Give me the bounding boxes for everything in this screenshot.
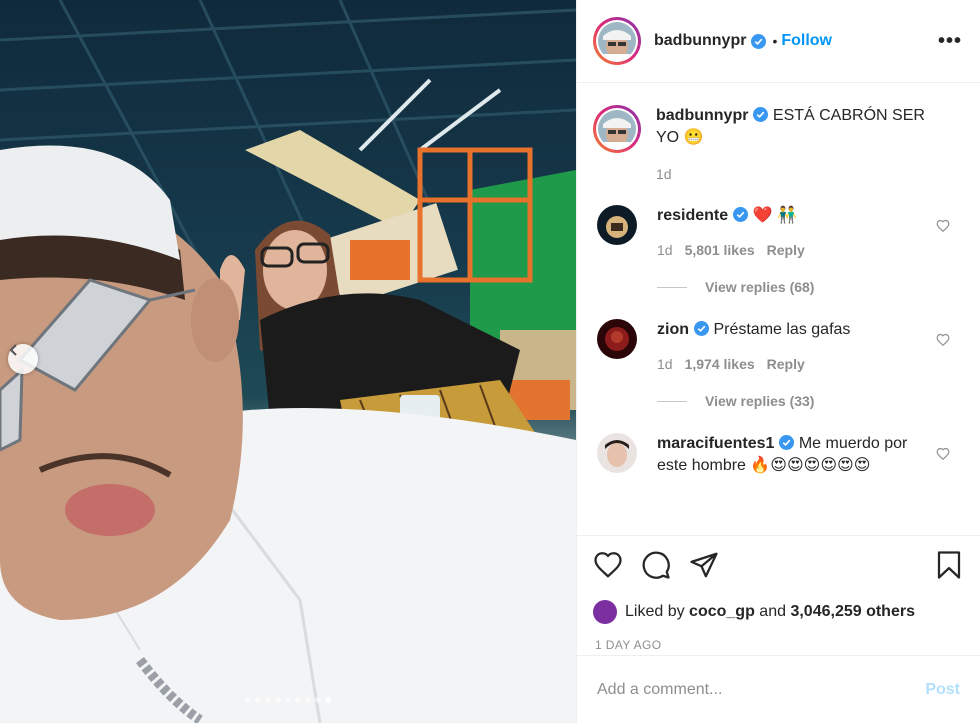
carousel-dot (295, 697, 301, 703)
comment-reply-button[interactable]: Reply (767, 242, 805, 258)
avatar-image (597, 319, 637, 359)
carousel-dot (325, 697, 331, 703)
comment-likes[interactable]: 1,974 likes (685, 356, 755, 372)
carousel-dot (305, 697, 311, 703)
liked-by-summary: Liked by coco_gp and 3,046,259 others (593, 600, 964, 624)
more-options-icon[interactable]: ••• (938, 30, 962, 53)
caption-author-avatar[interactable] (593, 105, 641, 153)
comment-like-heart-icon[interactable] (936, 219, 950, 233)
like-heart-icon[interactable] (593, 550, 623, 580)
post-details-panel: badbunnypr • Follow ••• badbunnypr ESTÁ … (576, 0, 980, 723)
carousel-dot (255, 697, 261, 703)
author-avatar[interactable] (593, 17, 641, 65)
comment-bubble-icon[interactable] (641, 550, 671, 580)
avatar-image (597, 205, 637, 245)
verified-badge-icon (753, 107, 769, 122)
carousel-dot (285, 697, 291, 703)
add-comment-input[interactable] (597, 680, 926, 699)
post-timestamp[interactable]: 1 DAY AGO (595, 638, 964, 652)
caption-time[interactable]: 1d (656, 166, 672, 182)
comment-text: ❤️ 👬 (752, 207, 797, 224)
comment-reply-button[interactable]: Reply (767, 356, 805, 372)
carousel-prev-button[interactable] (8, 344, 38, 374)
avatar-image (597, 433, 637, 473)
chevron-left-icon (9, 344, 17, 356)
comment-text: Préstame las gafas (713, 321, 851, 338)
comment-item: maracifuentes1 Me muerdo por este hombre… (593, 433, 964, 477)
replies-divider (657, 400, 687, 402)
verified-badge-icon (779, 435, 795, 450)
liked-by-count[interactable]: 3,046,259 others (790, 603, 915, 621)
comments-list[interactable]: badbunnypr ESTÁ CABRÓN SER YO 😬 1d resid… (577, 83, 980, 535)
comment-item: zion Préstame las gafas 1d 1,974 likes Rep… (593, 319, 964, 375)
view-replies-label: View replies (68) (705, 279, 815, 295)
carousel-dot (315, 697, 321, 703)
comment-username[interactable]: maracifuentes1 (657, 435, 774, 452)
view-replies-button[interactable]: View replies (68) (657, 279, 964, 295)
replies-divider (657, 286, 687, 288)
post-caption: badbunnypr ESTÁ CABRÓN SER YO 😬 1d (593, 105, 964, 185)
avatar-image (598, 110, 636, 148)
commenter-avatar[interactable] (597, 319, 637, 359)
avatar-image (598, 22, 636, 60)
comment-username[interactable]: zion (657, 321, 689, 338)
separator-dot: • (772, 33, 778, 49)
comment-item: residente ❤️ 👬 1d 5,801 likes Reply (593, 205, 964, 261)
verified-badge-icon (733, 207, 749, 222)
add-comment-bar: Post (577, 655, 980, 723)
share-send-icon[interactable] (689, 550, 719, 580)
view-replies-button[interactable]: View replies (33) (657, 393, 964, 409)
comment-like-heart-icon[interactable] (936, 333, 950, 347)
liked-by-prefix: Liked by (625, 603, 685, 620)
comment-username[interactable]: residente (657, 207, 728, 224)
post-comment-button[interactable]: Post (925, 681, 960, 699)
author-username[interactable]: badbunnypr (654, 32, 746, 50)
comment-time[interactable]: 1d (657, 242, 673, 258)
follow-button[interactable]: Follow (781, 32, 832, 50)
caption-username[interactable]: badbunnypr (656, 107, 748, 124)
liked-by-user[interactable]: coco_gp (689, 603, 755, 621)
carousel-dot (245, 697, 251, 703)
post-actions: Liked by coco_gp and 3,046,259 others 1 … (577, 535, 980, 655)
comment-likes[interactable]: 5,801 likes (685, 242, 755, 258)
commenter-avatar[interactable] (597, 433, 637, 473)
liked-by-avatar[interactable] (593, 600, 617, 624)
carousel-dot (275, 697, 281, 703)
carousel-indicator (0, 697, 576, 703)
view-replies-label: View replies (33) (705, 393, 815, 409)
comment-time[interactable]: 1d (657, 356, 673, 372)
verified-badge-icon (694, 321, 709, 336)
post-photo[interactable] (0, 0, 576, 723)
verified-badge-icon (751, 33, 767, 49)
post-photo-illustration (0, 0, 576, 723)
bookmark-save-icon[interactable] (934, 550, 964, 580)
post-header: badbunnypr • Follow ••• (577, 0, 980, 83)
comment-like-heart-icon[interactable] (936, 447, 950, 461)
liked-by-and: and (759, 603, 786, 620)
carousel-dot (265, 697, 271, 703)
commenter-avatar[interactable] (597, 205, 637, 245)
